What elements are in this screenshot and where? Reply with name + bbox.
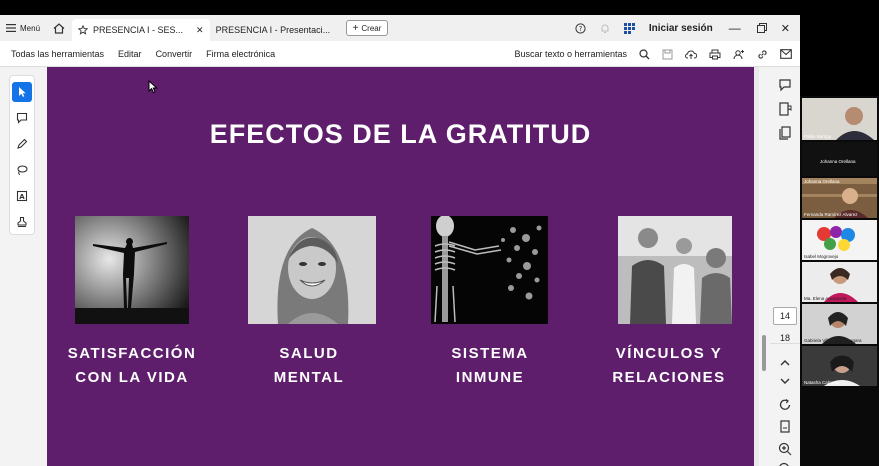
smiling-woman-photo <box>248 216 376 324</box>
card-label-mental-health: SALUD MENTAL <box>273 345 345 386</box>
participant-name: Fernanda Ramírez Alvarez <box>804 212 858 217</box>
share-user-icon[interactable] <box>733 49 745 60</box>
cloud-upload-icon[interactable] <box>685 49 697 60</box>
participant-name: Ma. Elena Aucancela <box>804 296 847 301</box>
chevron-down-icon[interactable] <box>777 373 793 389</box>
quick-tools: A <box>9 75 35 235</box>
save-icon[interactable] <box>662 49 673 60</box>
tab-bar: Menú PRESENCIA I - SES... ✕ PRESENCIA I … <box>0 15 800 41</box>
select-tool-button[interactable] <box>12 82 32 102</box>
participant-name: Johanna Orellana <box>820 159 856 164</box>
participant-tile[interactable]: Natasha Cabrera <box>802 346 877 386</box>
draw-tool-button[interactable] <box>12 134 32 154</box>
participant-name: Gabriela Villamagua Vergara <box>804 338 862 343</box>
image-life-satisfaction <box>75 216 189 324</box>
participant-tile[interactable]: Pablo Barriga <box>802 98 877 140</box>
image-immune-system <box>431 216 548 324</box>
main-toolbar: Todas las herramientas Editar Convertir … <box>0 41 800 67</box>
bookmark-panel-icon[interactable] <box>777 101 793 117</box>
vertical-scrollbar[interactable] <box>762 335 766 371</box>
toolbar-actions: Buscar texto o herramientas <box>514 41 792 67</box>
participant-tile[interactable]: Isabel Mogrovejo <box>802 220 877 260</box>
participant-tile[interactable]: Gabriela Villamagua Vergara <box>802 304 877 344</box>
tab-label: PRESENCIA I - SES... <box>93 25 184 35</box>
star-icon[interactable] <box>78 25 89 35</box>
tab-document-1[interactable]: PRESENCIA I - SES... ✕ <box>72 19 210 41</box>
chevron-up-icon[interactable] <box>777 355 793 371</box>
stamp-tool-button[interactable] <box>12 212 32 232</box>
video-participants-strip: Pablo Barriga Johanna Orellana Johanna O… <box>800 96 879 466</box>
maximize-button[interactable] <box>756 23 767 33</box>
sign-in-button[interactable]: Iniciar sesión <box>649 23 713 34</box>
zoom-out-icon[interactable] <box>777 461 793 466</box>
acrobat-window: Menú PRESENCIA I - SES... ✕ PRESENCIA I … <box>0 15 800 466</box>
silhouette-photo <box>75 216 189 324</box>
menu-all-tools[interactable]: Todas las herramientas <box>0 49 104 59</box>
image-mental-health <box>248 216 376 324</box>
text-box-icon: A <box>16 190 28 202</box>
refresh-icon[interactable] <box>777 397 793 413</box>
left-tools-panel: A <box>0 67 47 466</box>
card-label-immune-system: SISTEMA INMUNE <box>451 345 529 386</box>
close-tab-icon[interactable]: ✕ <box>196 25 204 36</box>
create-button[interactable]: + Crear <box>345 20 389 36</box>
pages-panel-icon[interactable] <box>777 125 793 141</box>
image-relationships <box>618 216 732 324</box>
menu-e-sign[interactable]: Firma electrónica <box>192 49 275 59</box>
pen-icon <box>17 138 28 149</box>
link-icon[interactable] <box>757 49 768 60</box>
participant-name: Pablo Barriga <box>804 134 832 139</box>
search-tools-label[interactable]: Buscar texto o herramientas <box>514 49 627 59</box>
right-rail: 14 18 <box>770 67 800 466</box>
shapes-tool-button[interactable] <box>12 160 32 180</box>
plus-icon: + <box>352 22 359 34</box>
create-label: Crear <box>361 23 382 33</box>
text-box-tool-button[interactable]: A <box>12 186 32 206</box>
svg-text:A: A <box>19 193 25 201</box>
slide-title: EFECTOS DE LA GRATITUD <box>209 119 592 149</box>
menu-edit[interactable]: Editar <box>104 49 142 59</box>
lasso-icon <box>17 165 28 175</box>
mail-icon[interactable] <box>780 49 792 59</box>
participant-tile[interactable]: Johanna Orellana Fernanda Ramírez Alvare… <box>802 178 877 218</box>
tab-label: PRESENCIA I - Presentaci... <box>215 25 331 35</box>
participant-name: Isabel Mogrovejo <box>804 254 839 259</box>
page-number-current[interactable]: 14 <box>773 307 797 325</box>
zoom-in-icon[interactable] <box>777 441 793 457</box>
menu-button[interactable]: Menú <box>0 15 46 41</box>
participant-name: Johanna Orellana <box>804 179 840 184</box>
card-label-life-satisfaction: SATISFACCIÓN CON LA VIDA <box>67 345 197 386</box>
mouse-cursor-icon <box>148 80 158 94</box>
slide-page: EFECTOS DE LA GRATITUD SATISFACCIÓN CON … <box>47 67 754 466</box>
card-label-relationships: VÍNCULOS Y RELACIONES <box>612 345 726 386</box>
stamp-icon <box>17 216 27 227</box>
participant-tile[interactable]: Ma. Elena Aucancela <box>802 262 877 302</box>
participant-tile[interactable]: Johanna Orellana <box>802 142 877 176</box>
page-options-icon[interactable] <box>777 419 793 435</box>
cursor-arrow-icon <box>19 87 26 97</box>
xray-body-photo <box>431 216 548 324</box>
help-icon[interactable]: ? <box>575 22 586 34</box>
people-talking-photo <box>618 216 732 324</box>
minimize-button[interactable]: — <box>727 21 743 35</box>
home-button[interactable] <box>46 15 72 41</box>
window-controls: ? Iniciar sesión — ✕ <box>575 15 800 41</box>
menu-label: Menú <box>20 23 41 33</box>
notification-bell-icon[interactable] <box>600 23 610 34</box>
document-viewport[interactable]: EFECTOS DE LA GRATITUD SATISFACCIÓN CON … <box>47 67 759 466</box>
hamburger-icon <box>6 24 16 32</box>
menu-convert[interactable]: Convertir <box>142 49 193 59</box>
participant-name: Natasha Cabrera <box>804 380 839 385</box>
add-comment-button[interactable] <box>12 108 32 128</box>
search-icon[interactable] <box>639 48 650 60</box>
home-icon <box>53 22 65 34</box>
comment-icon <box>16 112 28 124</box>
page-number-total: 18 <box>779 333 790 343</box>
tab-document-2[interactable]: PRESENCIA I - Presentaci... <box>210 19 340 41</box>
close-window-button[interactable]: ✕ <box>781 22 790 35</box>
print-icon[interactable] <box>709 49 721 60</box>
svg-text:?: ? <box>579 25 583 33</box>
apps-grid-icon[interactable] <box>623 22 635 34</box>
comments-panel-icon[interactable] <box>777 77 793 93</box>
